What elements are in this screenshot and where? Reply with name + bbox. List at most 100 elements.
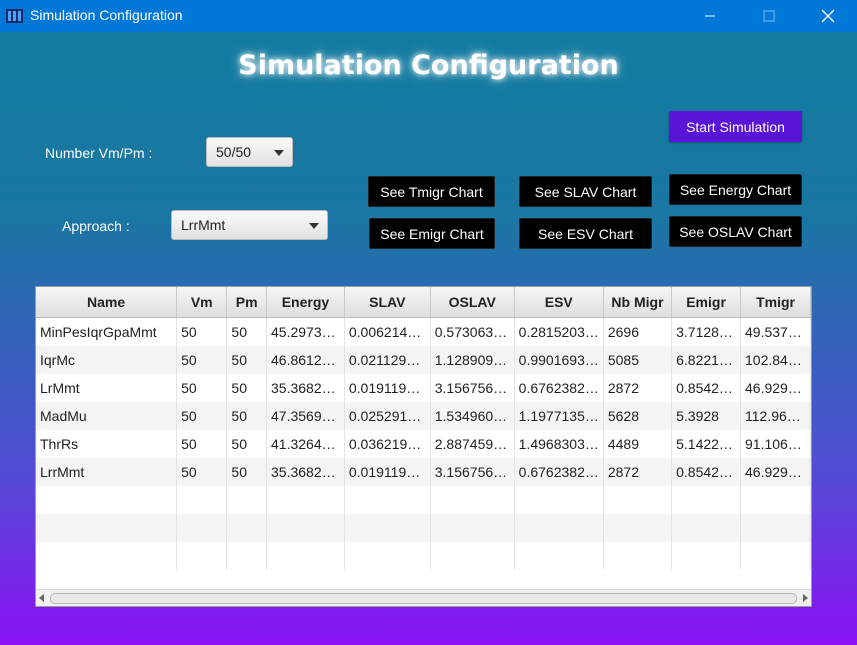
results-table[interactable]: Name Vm Pm Energy SLAV OSLAV ESV Nb Migr Emigr Tm… <box>35 286 812 607</box>
table-cell <box>603 542 673 570</box>
table-cell <box>671 514 742 542</box>
table-cell: 112.96… <box>740 402 811 430</box>
table-cell <box>266 542 345 570</box>
table-cell <box>36 514 178 542</box>
table-row[interactable] <box>36 486 811 514</box>
table-cell: 50 <box>176 402 228 430</box>
esv-chart-button[interactable]: See ESV Chart <box>519 218 652 249</box>
table-cell <box>266 486 345 514</box>
close-button[interactable] <box>805 0 851 32</box>
table-row[interactable]: LrrMmt 50 50 35.3682… 0.019119… 3.156756… 0.67… <box>36 458 811 486</box>
table-cell: 2872 <box>603 374 673 402</box>
table-cell: 6.8221… <box>671 346 742 374</box>
table-cell <box>36 486 178 514</box>
table-cell: 46.8612… <box>266 346 345 374</box>
column-header[interactable]: Nb Migr <box>603 287 673 318</box>
energy-chart-button[interactable]: See Energy Chart <box>669 174 802 205</box>
maximize-button[interactable] <box>746 0 792 32</box>
title-bar[interactable]: Simulation Configuration <box>0 0 857 32</box>
minimize-button[interactable] <box>687 0 733 32</box>
column-header[interactable]: Name <box>36 287 178 318</box>
table-cell <box>344 486 431 514</box>
table-cell <box>603 486 673 514</box>
table-cell: 0.036219… <box>344 430 431 458</box>
table-row[interactable]: IqrMc 50 50 46.8612… 0.021129… 1.128909… 0.990… <box>36 346 811 374</box>
table-cell: 41.3264… <box>266 430 345 458</box>
column-header[interactable]: Pm <box>226 287 267 318</box>
table-cell: 50 <box>176 346 228 374</box>
table-cell: 50 <box>176 374 228 402</box>
table-cell: 35.3682… <box>266 374 345 402</box>
table-cell: LrMmt <box>36 374 178 402</box>
window-app-icon <box>6 9 23 23</box>
column-header[interactable]: SLAV <box>344 287 431 318</box>
vmpm-combobox[interactable]: 50/50 <box>206 137 293 167</box>
app-window: Simulation Configuration Simulation Conf… <box>0 0 857 645</box>
column-header[interactable]: OSLAV <box>430 287 515 318</box>
window-title: Simulation Configuration <box>30 7 183 23</box>
start-simulation-button[interactable]: Start Simulation <box>669 111 802 142</box>
table-cell: 2696 <box>603 317 673 346</box>
column-header[interactable]: Vm <box>176 287 228 318</box>
oslav-chart-button[interactable]: See OSLAV Chart <box>669 216 802 247</box>
table-cell: 49.537… <box>740 317 811 346</box>
column-header[interactable]: Energy <box>266 287 345 318</box>
table-cell <box>430 514 515 542</box>
table-cell: 0.019119… <box>344 458 431 486</box>
slav-chart-button[interactable]: See SLAV Chart <box>519 176 652 207</box>
scroll-left-icon[interactable] <box>39 594 44 602</box>
horizontal-scrollbar[interactable] <box>36 589 811 606</box>
page-title: Simulation Configuration <box>238 50 619 81</box>
column-header[interactable]: Emigr <box>671 287 742 318</box>
vmpm-value: 50/50 <box>216 144 252 160</box>
table-cell: 50 <box>226 430 267 458</box>
table-cell <box>226 542 267 570</box>
table-cell <box>430 486 515 514</box>
scrollbar-thumb[interactable] <box>50 593 797 604</box>
table-row[interactable]: LrMmt 50 50 35.3682… 0.019119… 3.156756… 0.676… <box>36 374 811 402</box>
table-cell <box>514 514 604 542</box>
table-row[interactable]: ThrRs 50 50 41.3264… 0.036219… 2.887459… 1.496… <box>36 430 811 458</box>
scroll-right-icon[interactable] <box>803 594 808 602</box>
table-cell: IqrMc <box>36 346 178 374</box>
emigr-chart-button[interactable]: See Emigr Chart <box>369 218 495 249</box>
table-cell <box>740 486 811 514</box>
table-cell <box>36 542 178 570</box>
table-cell: 50 <box>226 317 267 346</box>
table-cell <box>344 514 431 542</box>
table-row[interactable] <box>36 514 811 542</box>
table-cell: 0.573063… <box>430 317 515 346</box>
table-cell <box>671 542 742 570</box>
table-cell <box>671 486 742 514</box>
table-cell: 2872 <box>603 458 673 486</box>
table-cell <box>176 514 228 542</box>
table-cell: 102.84… <box>740 346 811 374</box>
table-cell <box>603 514 673 542</box>
table-cell: 45.2973… <box>266 317 345 346</box>
table-cell: 0.6762382… <box>514 374 604 402</box>
table-header-row: Name Vm Pm Energy SLAV OSLAV ESV Nb Migr Emigr Tm… <box>36 287 811 318</box>
column-header[interactable]: ESV <box>514 287 604 318</box>
approach-value: LrrMmt <box>181 217 226 233</box>
approach-combobox[interactable]: LrrMmt <box>171 210 328 240</box>
table-cell <box>226 514 267 542</box>
table-cell: 46.929… <box>740 374 811 402</box>
table-cell: 2.887459… <box>430 430 515 458</box>
tmigr-chart-button[interactable]: See Tmigr Chart <box>368 176 495 207</box>
table-row[interactable] <box>36 542 811 570</box>
table-row[interactable]: MinPesIqrGpaMmt 50 50 45.2973… 0.006214… 0.57… <box>36 317 811 346</box>
main-content: Simulation Configuration Start Simulatio… <box>0 32 857 645</box>
table-cell: 3.7128… <box>671 317 742 346</box>
table-cell: 50 <box>226 374 267 402</box>
table-row[interactable]: MadMu 50 50 47.3569… 0.025291… 1.534960… 1.197… <box>36 402 811 430</box>
table-cell: 35.3682… <box>266 458 345 486</box>
table-cell: 5628 <box>603 402 673 430</box>
table-cell: 0.8542… <box>671 458 742 486</box>
results-grid: Name Vm Pm Energy SLAV OSLAV ESV Nb Migr Emigr Tm… <box>36 287 811 570</box>
table-cell: 1.1977135… <box>514 402 604 430</box>
table-cell: 0.006214… <box>344 317 431 346</box>
column-header[interactable]: Tmigr <box>740 287 811 318</box>
table-cell: 0.9901693… <box>514 346 604 374</box>
approach-label: Approach : <box>62 218 130 234</box>
table-cell: 0.021129… <box>344 346 431 374</box>
